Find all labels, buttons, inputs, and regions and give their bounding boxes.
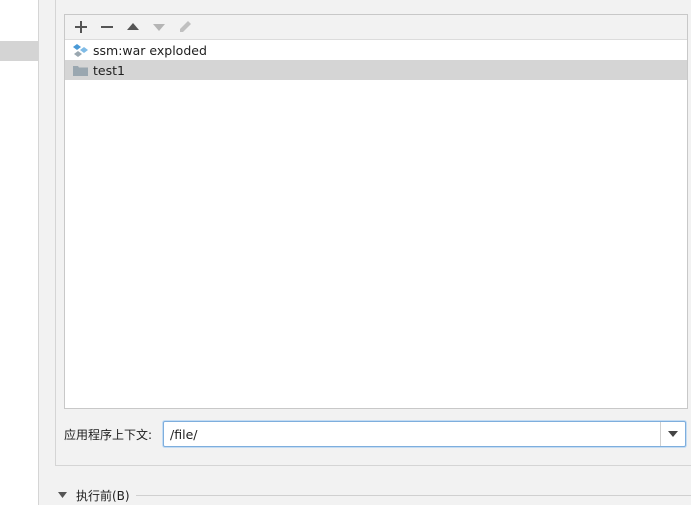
left-config-list xyxy=(0,0,39,505)
artifact-icon xyxy=(73,43,88,58)
artifact-item-ssm-war-exploded[interactable]: ssm:war exploded xyxy=(65,40,687,60)
application-context-label: 应用程序上下文: xyxy=(64,427,153,442)
triangle-down-icon xyxy=(58,492,67,498)
edit-button[interactable] xyxy=(175,17,195,37)
section-divider xyxy=(135,494,691,496)
artifact-label: ssm:war exploded xyxy=(93,42,207,58)
artifacts-list-box: ssm:war exploded test1 xyxy=(64,14,688,409)
artifact-label: test1 xyxy=(93,62,125,78)
left-selected-item[interactable] xyxy=(0,41,38,61)
application-context-combobox[interactable]: /file/ xyxy=(163,421,686,447)
combo-dropdown-button[interactable] xyxy=(660,422,685,446)
move-down-button[interactable] xyxy=(149,17,169,37)
plus-icon xyxy=(75,21,87,33)
before-launch-title[interactable]: 执行前(B) xyxy=(76,487,130,504)
artifact-item-test1[interactable]: test1 xyxy=(65,60,687,80)
arrow-down-icon xyxy=(153,24,165,31)
minus-icon xyxy=(101,26,113,28)
move-up-button[interactable] xyxy=(123,17,143,37)
chevron-down-icon xyxy=(668,431,678,437)
application-context-row: 应用程序上下文: /file/ xyxy=(64,421,686,447)
application-context-value[interactable]: /file/ xyxy=(164,427,660,442)
pencil-icon xyxy=(180,21,191,32)
add-button[interactable] xyxy=(71,17,91,37)
arrow-up-icon xyxy=(127,23,139,30)
folder-icon xyxy=(73,63,88,78)
before-launch-section: 执行前(B) xyxy=(58,486,691,504)
collapse-toggle[interactable] xyxy=(58,492,68,498)
remove-button[interactable] xyxy=(97,17,117,37)
artifacts-toolbar xyxy=(65,15,687,40)
